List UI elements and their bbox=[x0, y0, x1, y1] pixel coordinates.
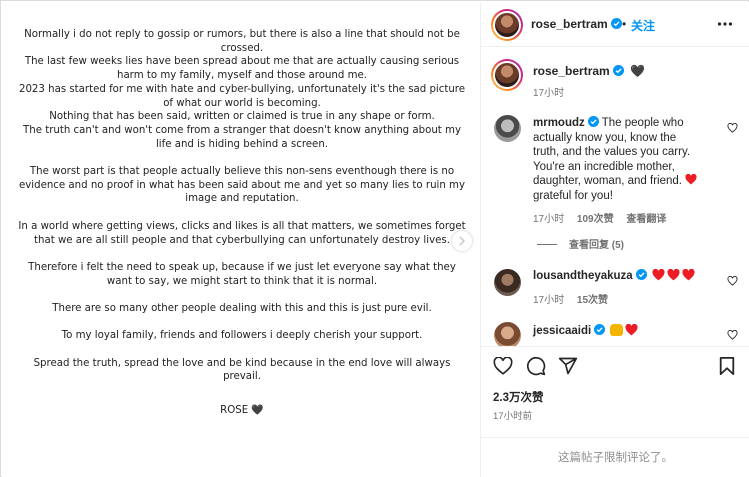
comment-avatar[interactable] bbox=[494, 115, 521, 142]
author-avatar[interactable] bbox=[491, 9, 523, 41]
caption-time: 17小时 bbox=[533, 88, 565, 99]
comment-avatar[interactable] bbox=[494, 269, 521, 296]
letter-paragraph-4: Therefore i felt the need to speak up, b… bbox=[28, 261, 456, 287]
follow-button[interactable]: 关注 bbox=[631, 17, 655, 34]
comments-list[interactable]: rose_bertram 🖤 17小时 mrmoudz The people w… bbox=[481, 48, 749, 346]
header-separator: • bbox=[622, 17, 627, 31]
post-side-panel: rose_bertram • 关注 rose_bertram 🖤 17小时 mr… bbox=[480, 2, 749, 477]
black-heart-icon: 🖤 bbox=[630, 64, 646, 78]
comment-icon[interactable] bbox=[526, 356, 546, 376]
view-replies-button[interactable]: 查看回复 (5) bbox=[537, 236, 624, 251]
comment-username[interactable]: mrmoudz bbox=[533, 117, 585, 129]
black-heart-icon: 🖤 bbox=[251, 405, 264, 417]
next-slide-button[interactable] bbox=[451, 230, 473, 252]
caption-avatar[interactable] bbox=[491, 59, 523, 91]
see-translation-link[interactable]: 查看翻译 bbox=[626, 214, 666, 225]
comment-like-heart-icon[interactable] bbox=[727, 123, 738, 133]
post-letter-text: Normally i do not reply to gossip or rum… bbox=[16, 28, 468, 432]
comment-text: mrmoudz The people who actually know you… bbox=[533, 116, 723, 203]
comment-text: lousandtheyakuza ❤️❤️❤️ bbox=[533, 268, 723, 284]
comment-username[interactable]: jessicaaidi bbox=[533, 325, 591, 337]
comment-username[interactable]: lousandtheyakuza bbox=[533, 270, 633, 282]
red-heart-icon bbox=[652, 268, 665, 281]
post-header: rose_bertram • 关注 bbox=[481, 2, 749, 47]
letter-paragraph-2: The worst part is that people actually b… bbox=[18, 166, 466, 205]
post-actions: 2.3万次赞 17小时前 这篇帖子限制评论了。 bbox=[481, 346, 749, 477]
likes-count[interactable]: 2.3万次赞 bbox=[493, 389, 544, 405]
comment-like-heart-icon[interactable] bbox=[727, 330, 738, 340]
bookmark-icon[interactable] bbox=[718, 356, 736, 376]
letter-paragraph-1: Normally i do not reply to gossip or rum… bbox=[18, 29, 466, 150]
chevron-right-icon bbox=[459, 236, 466, 246]
verified-badge-icon bbox=[610, 18, 622, 29]
heart-outline-icon[interactable] bbox=[493, 357, 513, 375]
verified-badge-icon bbox=[594, 324, 606, 335]
red-heart-icon bbox=[682, 268, 695, 281]
comment-meta: 17小时 109次赞 查看翻译 bbox=[533, 214, 667, 225]
share-icon[interactable] bbox=[558, 356, 578, 376]
letter-paragraph-3: In a world where getting views, clicks a… bbox=[18, 220, 466, 246]
verified-badge-icon bbox=[587, 116, 599, 127]
comments-restricted-notice: 这篇帖子限制评论了。 bbox=[481, 437, 749, 477]
author-username[interactable]: rose_bertram bbox=[531, 17, 622, 31]
post-timestamp[interactable]: 17小时前 bbox=[493, 408, 532, 422]
comment-text: jessicaaidi 🙌❤️ bbox=[533, 323, 723, 339]
comment-like-heart-icon[interactable] bbox=[727, 276, 738, 286]
post-image[interactable]: Normally i do not reply to gossip or rum… bbox=[2, 2, 480, 477]
letter-paragraph-7: Spread the truth, spread the love and be… bbox=[33, 357, 451, 383]
comment-avatar[interactable] bbox=[494, 322, 521, 346]
comment-likes-count[interactable]: 109次赞 bbox=[577, 214, 614, 225]
post-modal: Normally i do not reply to gossip or rum… bbox=[0, 0, 749, 477]
red-heart-icon bbox=[685, 173, 697, 185]
comment-meta: 17小时 15次赞 bbox=[533, 295, 609, 306]
letter-paragraph-6: To my loyal family, friends and follower… bbox=[61, 330, 423, 342]
verified-badge-icon bbox=[612, 65, 624, 76]
raised-hands-icon bbox=[610, 324, 624, 336]
red-heart-icon bbox=[667, 268, 680, 281]
caption-username[interactable]: rose_bertram 🖤 bbox=[533, 64, 645, 78]
red-heart-icon bbox=[625, 323, 638, 336]
letter-signature: ROSE 🖤 bbox=[220, 405, 264, 417]
letter-paragraph-5: There are so many other people dealing w… bbox=[52, 303, 432, 314]
more-options-icon[interactable] bbox=[717, 19, 733, 29]
verified-badge-icon bbox=[635, 269, 647, 280]
comment-likes-count[interactable]: 15次赞 bbox=[577, 295, 608, 306]
